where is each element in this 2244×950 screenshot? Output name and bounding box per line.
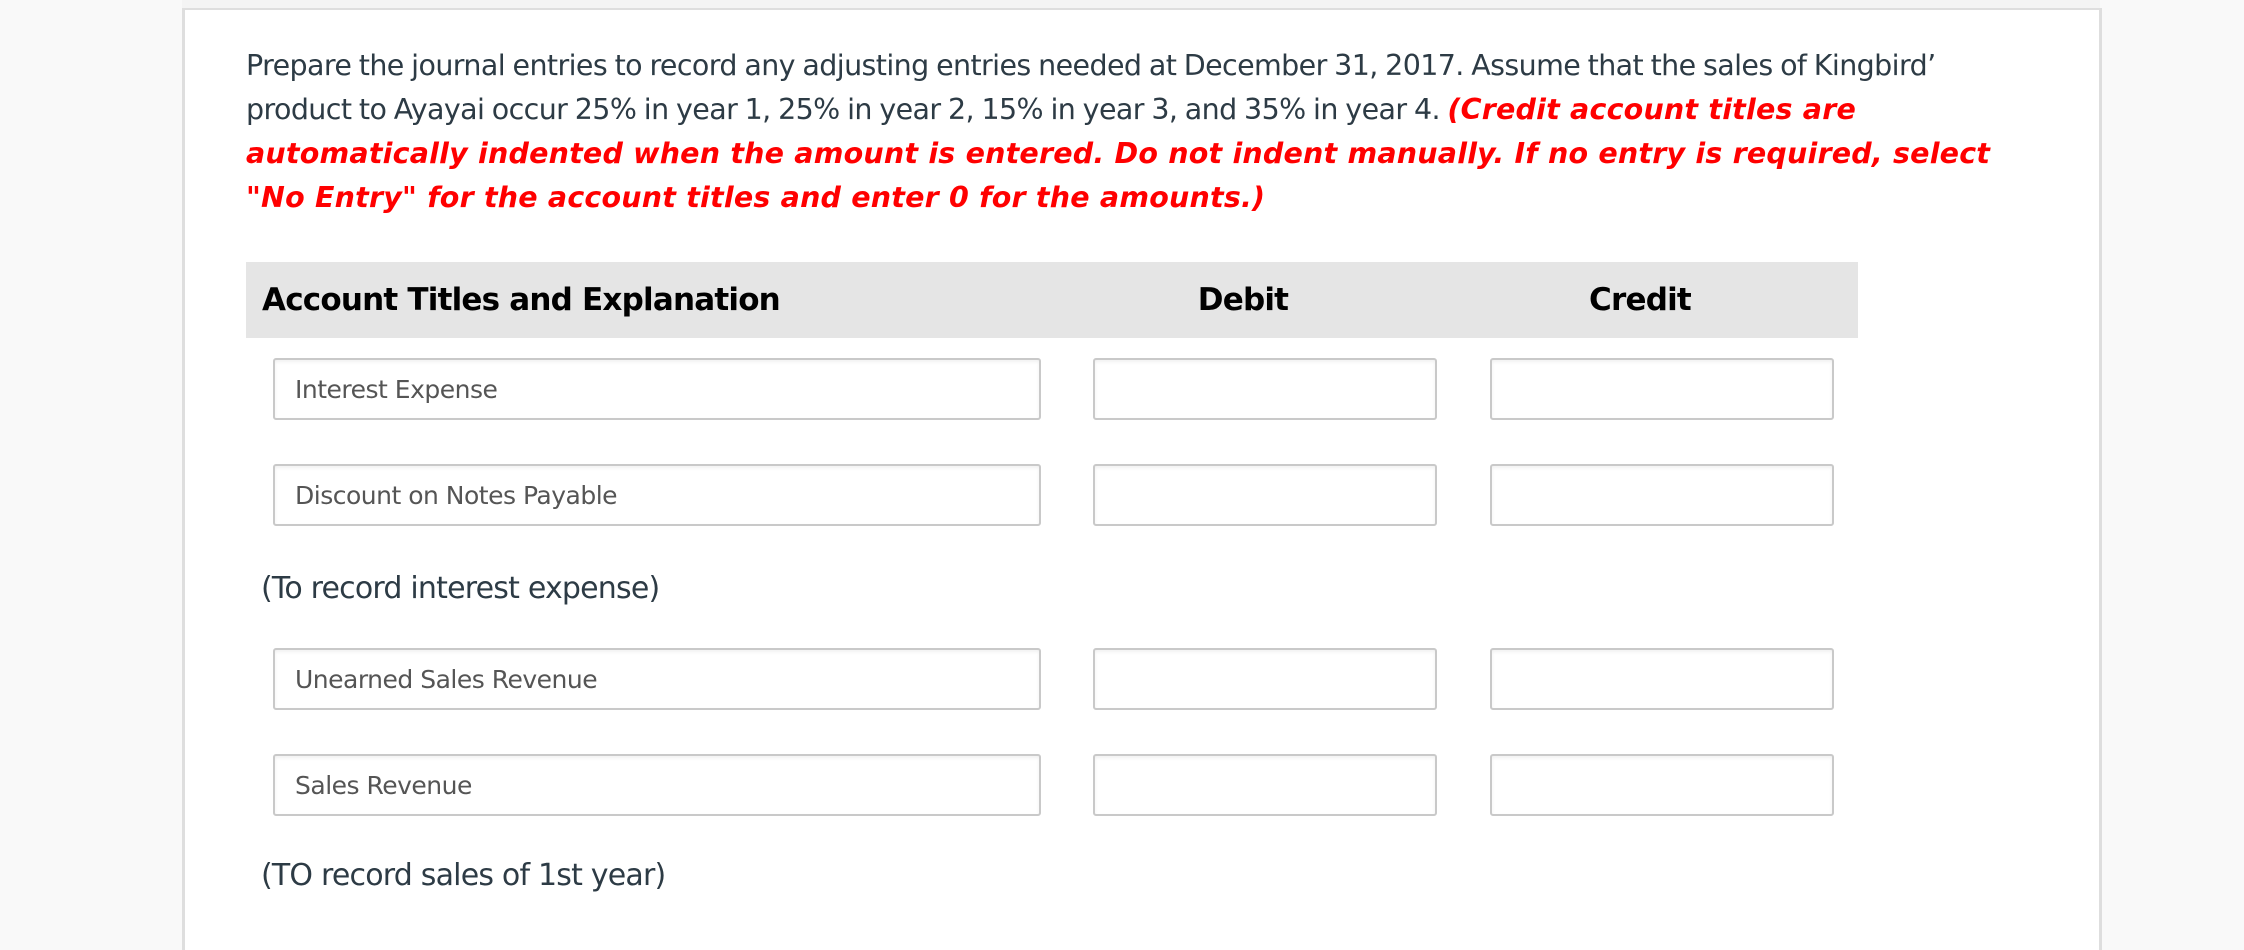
header-debit: Debit <box>1197 282 1289 318</box>
credit-amount-input[interactable] <box>1490 648 1834 710</box>
account-title-input[interactable] <box>273 464 1041 526</box>
credit-amount-input[interactable] <box>1490 754 1834 816</box>
header-credit: Credit <box>1589 282 1692 318</box>
entry-explanation: (To record interest expense) <box>261 571 660 606</box>
debit-amount-input[interactable] <box>1093 648 1437 710</box>
question-text-block: Prepare the journal entries to record an… <box>246 44 2046 220</box>
top-strip <box>182 0 2100 8</box>
account-title-input[interactable] <box>273 358 1041 420</box>
debit-amount-input[interactable] <box>1093 754 1437 816</box>
credit-amount-input[interactable] <box>1490 358 1834 420</box>
credit-amount-input[interactable] <box>1490 464 1834 526</box>
debit-amount-input[interactable] <box>1093 464 1437 526</box>
header-account-titles: Account Titles and Explanation <box>262 282 781 318</box>
journal-table-header: Account Titles and Explanation Debit Cre… <box>246 262 1858 338</box>
account-title-input[interactable] <box>273 754 1041 816</box>
question-panel: Prepare the journal entries to record an… <box>182 8 2102 950</box>
account-title-input[interactable] <box>273 648 1041 710</box>
entry-explanation: (TO record sales of 1st year) <box>261 858 666 893</box>
debit-amount-input[interactable] <box>1093 358 1437 420</box>
